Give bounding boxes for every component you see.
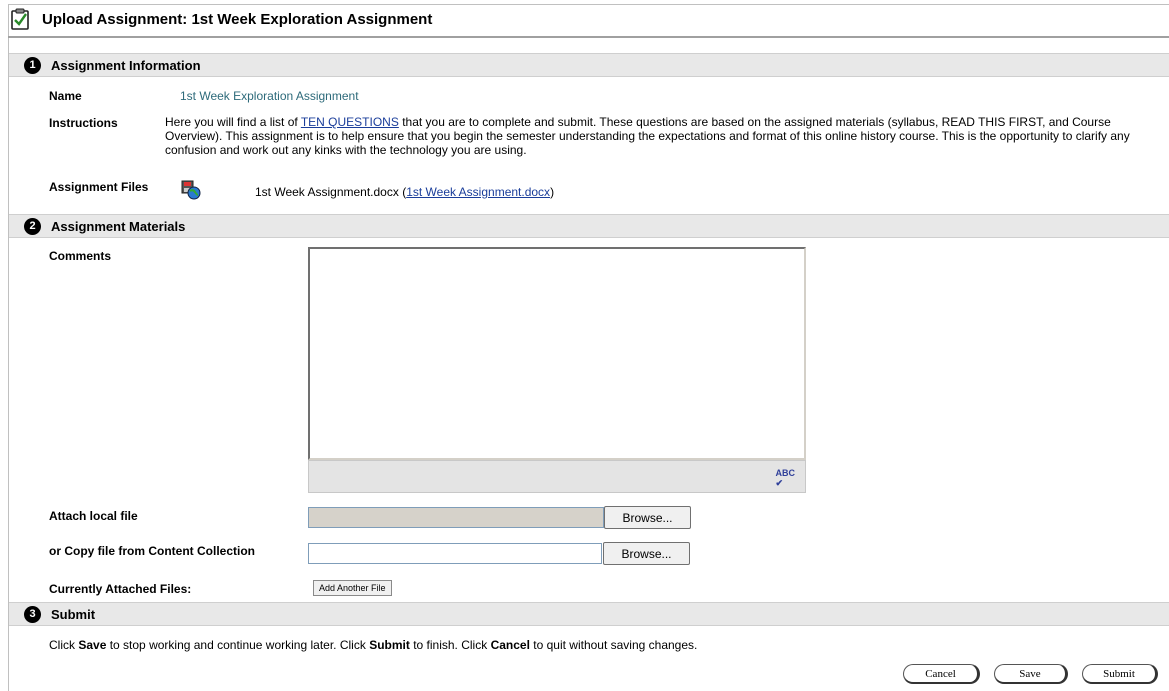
section-title: Submit <box>51 606 96 622</box>
save-keyword: Save <box>78 638 107 652</box>
add-another-file-button[interactable]: Add Another File <box>313 580 392 596</box>
comments-label: Comments <box>49 249 112 263</box>
spell-check-label: ABC <box>775 468 796 478</box>
title-bar: Upload Assignment: 1st Week Exploration … <box>10 5 432 33</box>
cancel-keyword: Cancel <box>490 638 530 652</box>
comments-textarea[interactable] <box>308 247 806 460</box>
submit-keyword: Submit <box>369 638 410 652</box>
browse-collection-button[interactable]: Browse... <box>603 542 690 565</box>
submit-text-part: to stop working and continue working lat… <box>106 638 370 652</box>
local-file-input[interactable] <box>308 507 604 528</box>
assignment-files-label: Assignment Files <box>49 180 149 194</box>
page-title: Upload Assignment: 1st Week Exploration … <box>42 10 433 28</box>
name-label: Name <box>49 89 82 103</box>
ten-questions-link[interactable]: TEN QUESTIONS <box>301 115 399 129</box>
submit-text-part: Click <box>49 638 79 652</box>
section-title: Assignment Information <box>51 57 201 73</box>
assignment-name: 1st Week Exploration Assignment <box>180 89 359 103</box>
assignment-clipboard-icon <box>10 8 30 30</box>
browse-local-button[interactable]: Browse... <box>604 506 691 529</box>
submit-text-part: to quit without saving changes. <box>529 638 698 652</box>
cancel-button[interactable]: Cancel <box>903 664 980 684</box>
submit-instructions: Click Save to stop working and continue … <box>49 638 697 652</box>
instructions-text: Here you will find a list of TEN QUESTIO… <box>165 115 1150 157</box>
copy-from-collection-label: or Copy file from Content Collection <box>49 544 255 558</box>
editor-toolbar: ABC ✔ <box>308 460 806 493</box>
file-name-text: 1st Week Assignment.docx <box>255 185 399 199</box>
section-assignment-materials: 2 Assignment Materials <box>9 214 1169 238</box>
section-submit: 3 Submit <box>9 602 1169 626</box>
instructions-text-start: Here you will find a list of <box>165 115 301 129</box>
attach-local-file-label: Attach local file <box>49 509 138 523</box>
spell-check-icon[interactable]: ABC ✔ <box>776 468 796 489</box>
assignment-file-entry: 1st Week Assignment.docx (1st Week Assig… <box>255 185 554 199</box>
step-number-1: 1 <box>24 56 41 74</box>
file-paren-close: ) <box>550 185 555 199</box>
section-title: Assignment Materials <box>51 218 186 234</box>
instructions-label: Instructions <box>49 116 118 130</box>
submit-button[interactable]: Submit <box>1082 664 1158 684</box>
content-collection-input[interactable] <box>308 543 602 564</box>
title-divider <box>8 36 1169 38</box>
save-button[interactable]: Save <box>994 664 1068 684</box>
step-number-3: 3 <box>24 605 41 623</box>
submit-text-part: to finish. Click <box>409 638 491 652</box>
currently-attached-label: Currently Attached Files: <box>49 582 192 596</box>
section-assignment-information: 1 Assignment Information <box>9 53 1169 77</box>
file-globe-icon <box>181 180 201 200</box>
assignment-file-link[interactable]: 1st Week Assignment.docx <box>406 185 550 199</box>
step-number-2: 2 <box>24 217 41 235</box>
